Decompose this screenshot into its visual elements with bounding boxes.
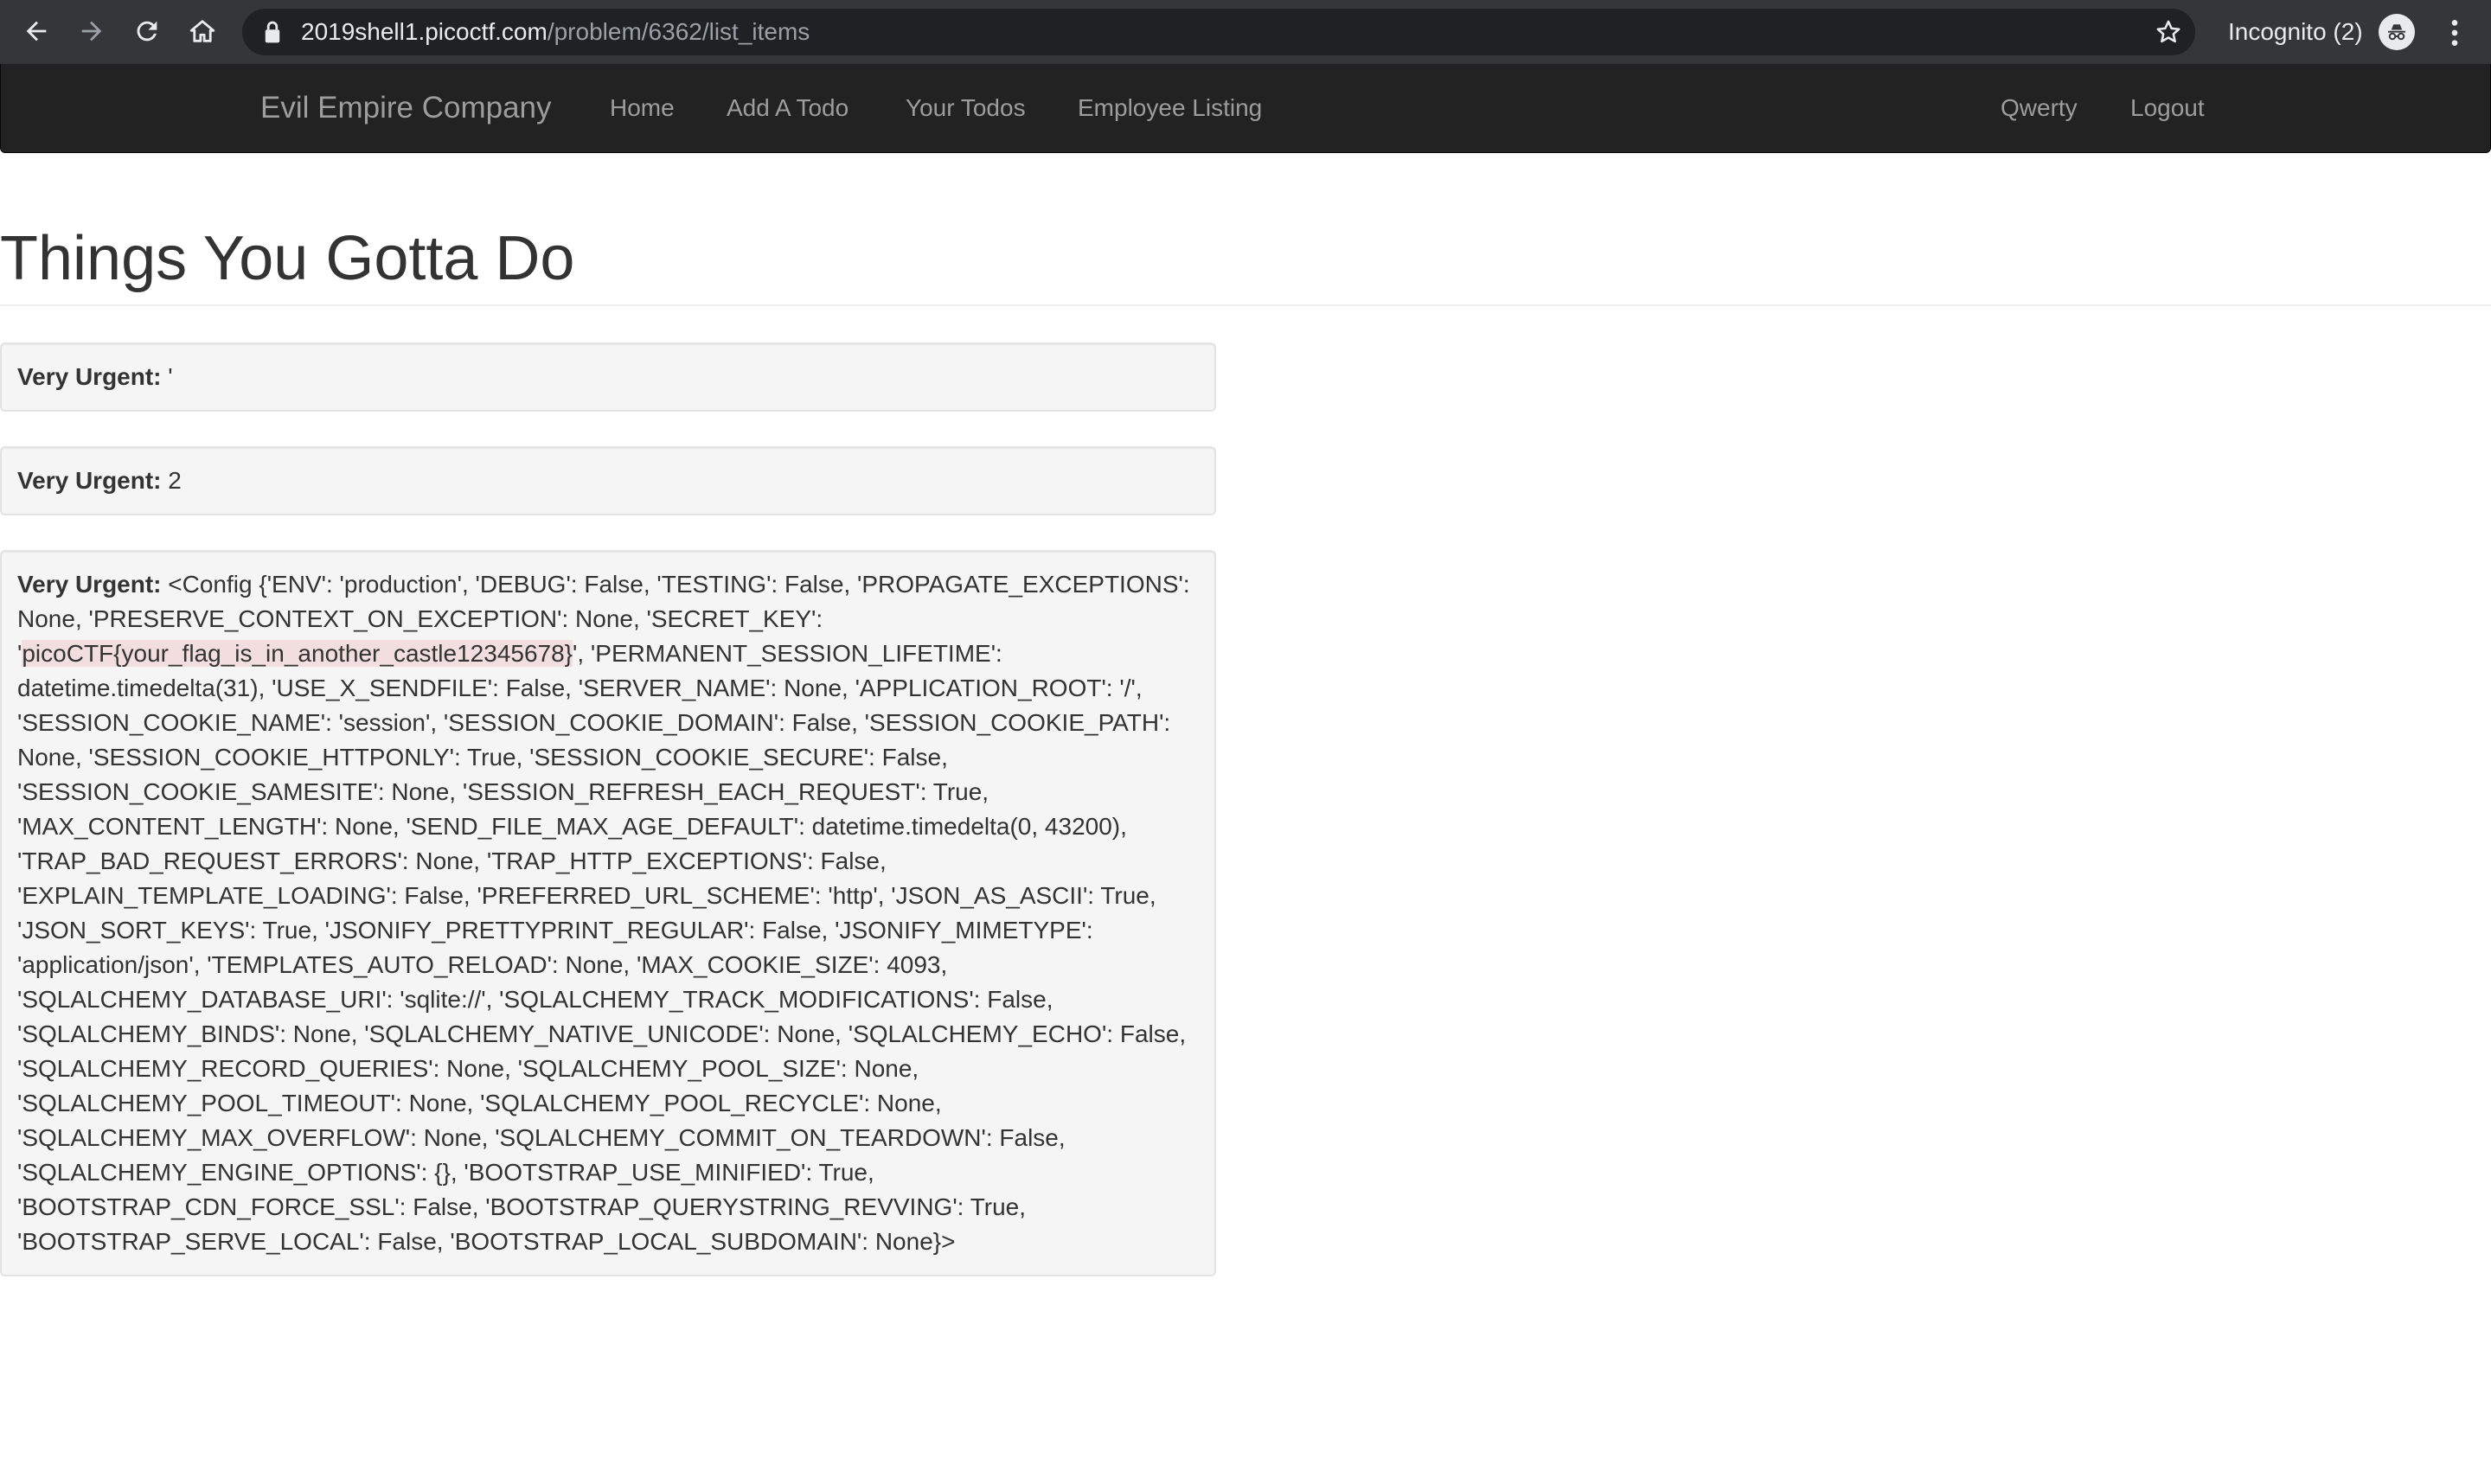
nav-link-logout[interactable]: Logout <box>2130 64 2205 152</box>
url-host: 2019shell1.picoctf.com <box>301 18 548 45</box>
nav-link-home[interactable]: Home <box>610 64 675 152</box>
incognito-icon[interactable] <box>2379 14 2415 50</box>
back-icon[interactable] <box>17 12 55 50</box>
address-bar[interactable]: 2019shell1.picoctf.com/problem/6362/list… <box>242 9 2195 55</box>
lock-icon <box>265 21 280 43</box>
todo-urgency-label: Very Urgent: <box>17 571 162 598</box>
title-divider <box>0 304 2491 306</box>
todo-item: Very Urgent: ' <box>0 342 1216 412</box>
home-icon[interactable] <box>183 12 221 50</box>
todo-item: Very Urgent: 2 <box>0 446 1216 515</box>
page-title: Things You Gotta Do <box>0 224 575 293</box>
more-menu-icon[interactable] <box>2437 16 2472 50</box>
browser-toolbar: 2019shell1.picoctf.com/problem/6362/list… <box>0 0 2491 64</box>
todo-urgency-label: Very Urgent: <box>17 363 162 390</box>
nav-link-employee-listing[interactable]: Employee Listing <box>1078 64 1262 152</box>
todo-text-after: ', 'PERMANENT_SESSION_LIFETIME': datetim… <box>17 640 1187 1255</box>
url-text[interactable]: 2019shell1.picoctf.com/problem/6362/list… <box>301 9 810 55</box>
nav-link-user[interactable]: Qwerty <box>2001 64 2078 152</box>
todo-item: Very Urgent: <Config {'ENV': 'production… <box>0 550 1216 1276</box>
incognito-label[interactable]: Incognito (2) <box>2228 0 2363 64</box>
todo-text: ' <box>168 363 173 390</box>
url-path: /problem/6362/list_items <box>547 18 810 45</box>
todo-urgency-label: Very Urgent: <box>17 467 162 494</box>
todo-text: 2 <box>168 467 182 494</box>
nav-link-add-todo[interactable]: Add A Todo <box>727 64 848 152</box>
site-navbar: Evil Empire Company Home Add A Todo Your… <box>0 64 2491 153</box>
bookmark-star-icon[interactable] <box>2154 17 2183 47</box>
reload-icon[interactable] <box>128 12 166 50</box>
forward-icon[interactable] <box>73 12 111 50</box>
brand-link[interactable]: Evil Empire Company <box>260 64 552 152</box>
nav-link-your-todos[interactable]: Your Todos <box>906 64 1026 152</box>
flag-highlight: picoCTF{your_flag_is_in_another_castle12… <box>22 640 573 667</box>
